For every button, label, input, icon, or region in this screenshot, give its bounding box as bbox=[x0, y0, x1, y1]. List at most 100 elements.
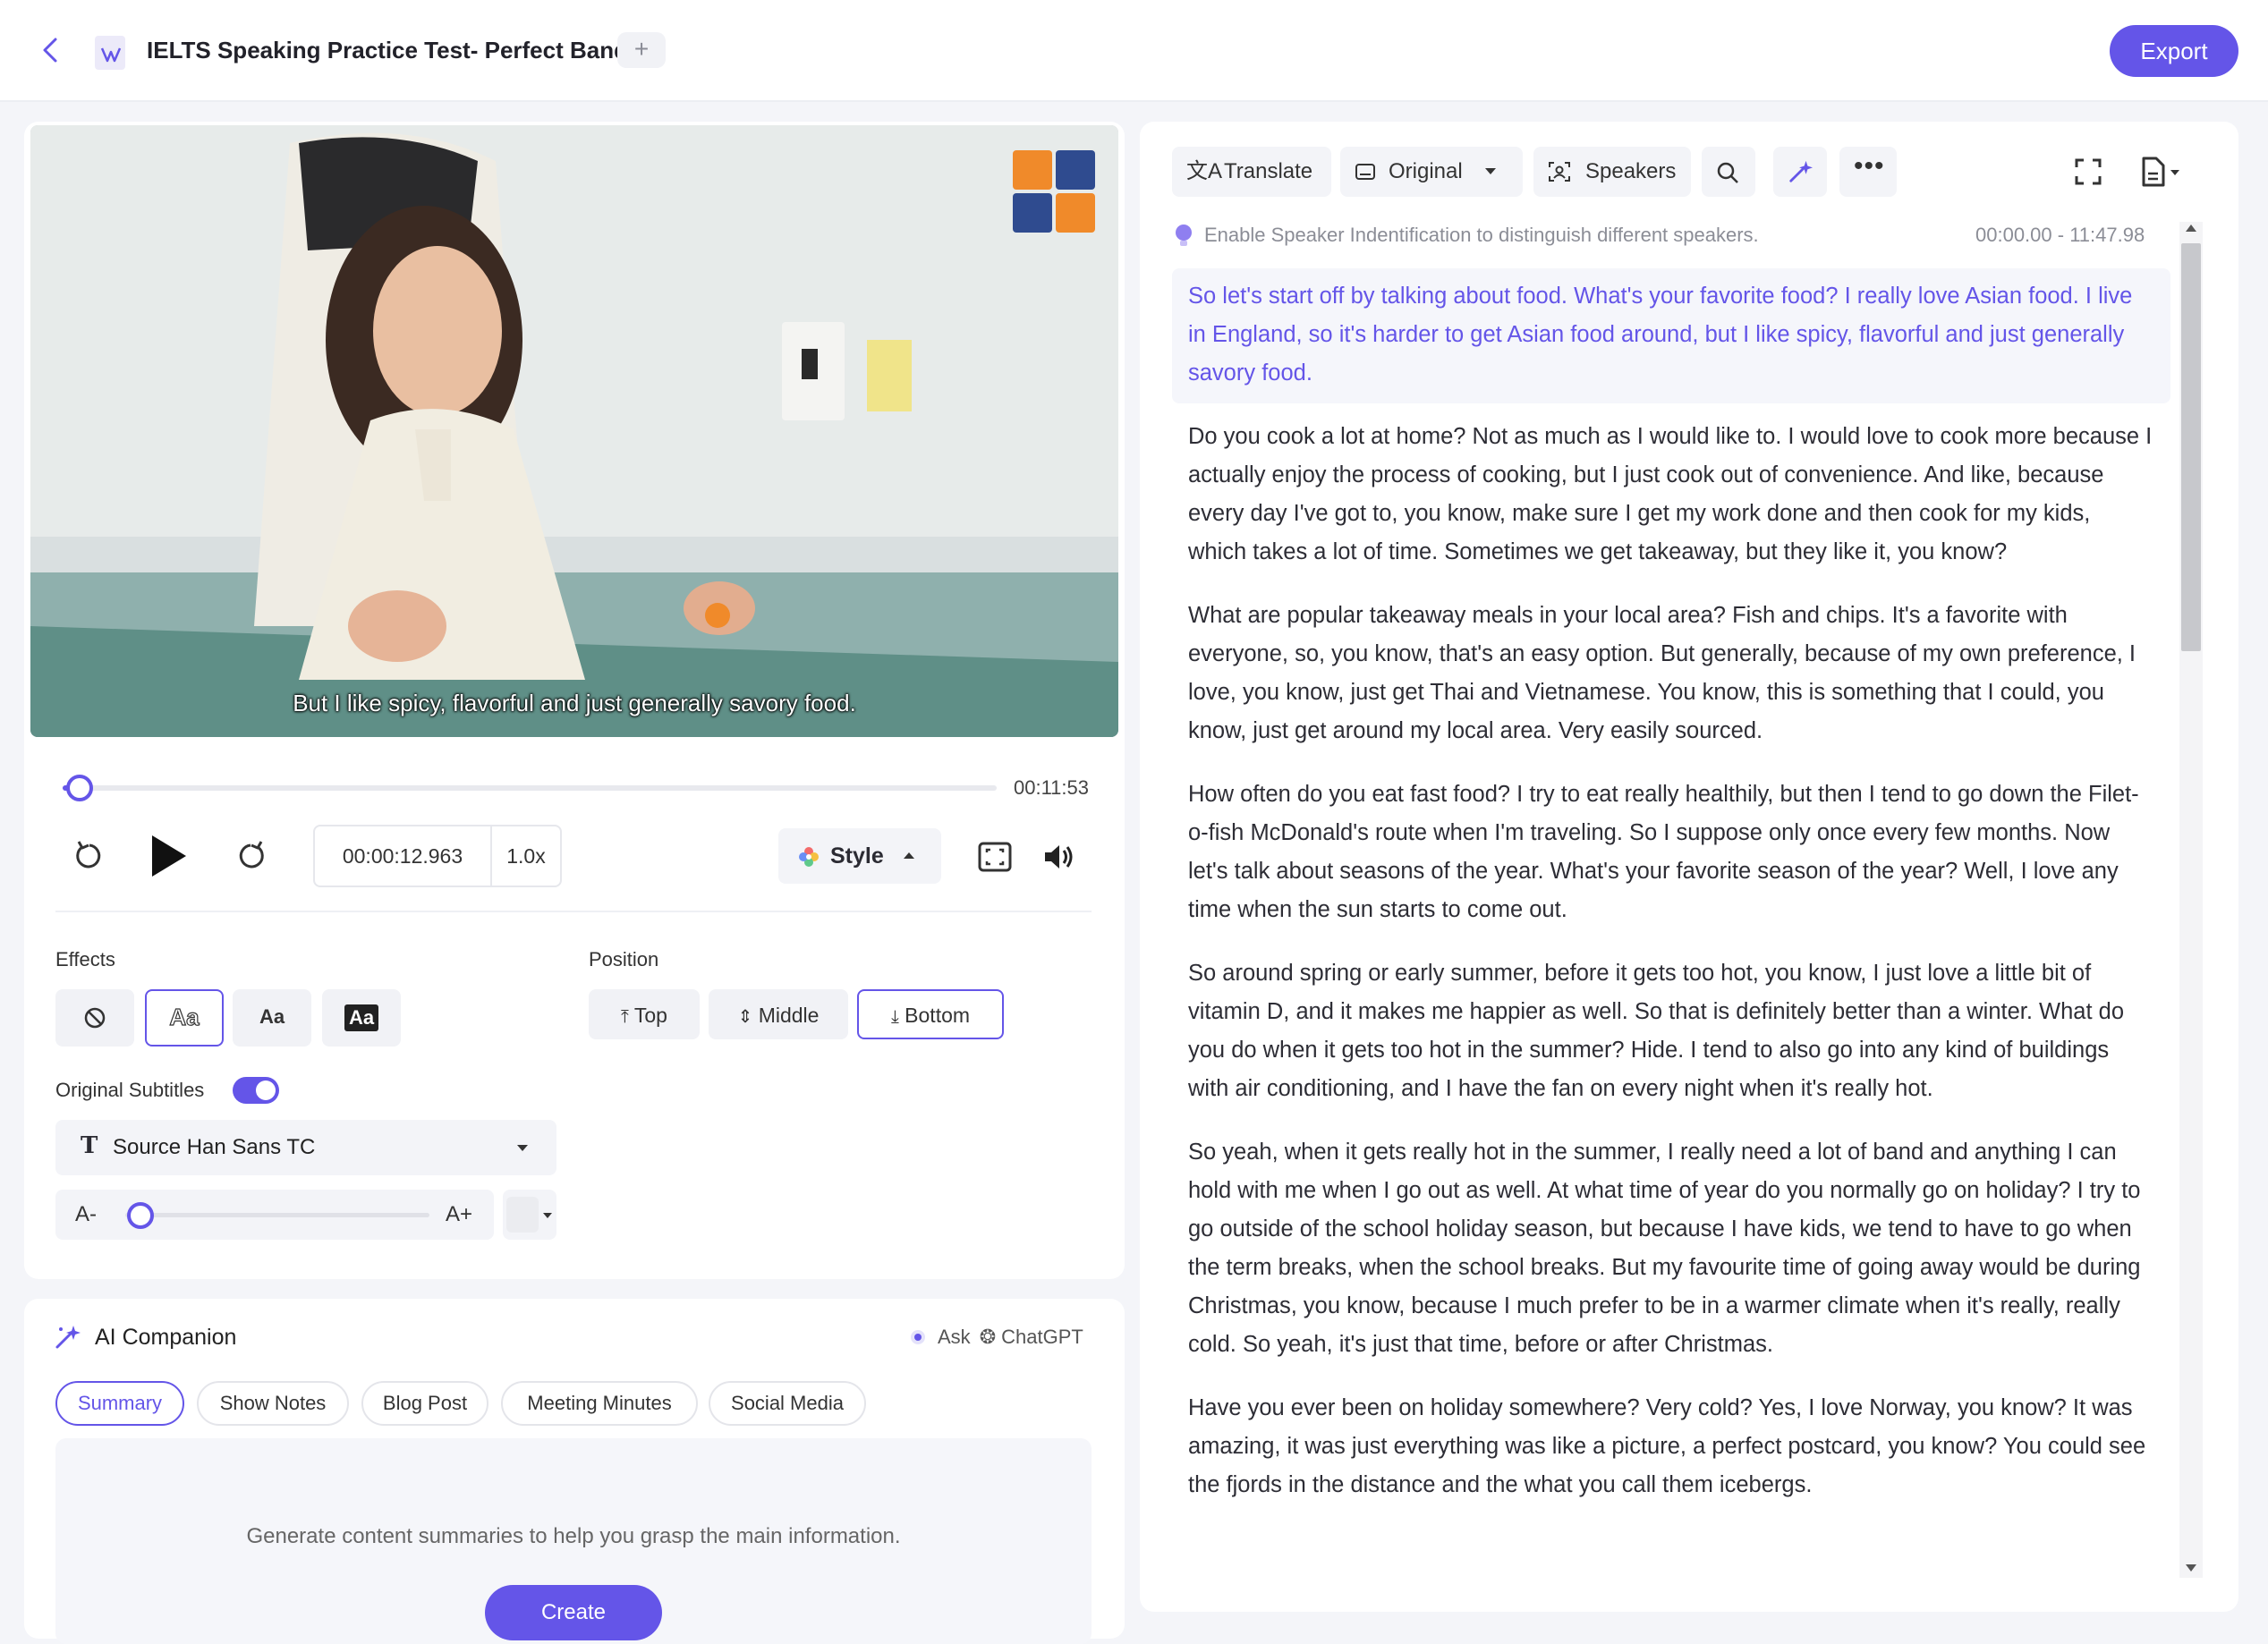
forward-icon[interactable] bbox=[231, 836, 270, 876]
seek-bar-handle[interactable] bbox=[65, 775, 93, 801]
caret-down-icon bbox=[543, 1213, 552, 1218]
more-button[interactable]: ••• bbox=[1839, 147, 1897, 197]
export-button[interactable]: Export bbox=[2110, 25, 2238, 77]
ai-companion-title: AI Companion bbox=[95, 1325, 237, 1350]
translate-label: Translate bbox=[1224, 159, 1313, 183]
play-icon[interactable] bbox=[145, 832, 191, 880]
transcript-paragraph[interactable]: So yeah, when it gets really hot in the … bbox=[1172, 1124, 2170, 1375]
seek-bar[interactable] bbox=[63, 785, 997, 791]
lightbulb-icon bbox=[1176, 225, 1192, 246]
ai-magic-button[interactable] bbox=[1773, 147, 1827, 197]
sparkle-icon bbox=[1789, 160, 1813, 182]
color-swatch bbox=[506, 1197, 539, 1233]
position-top-button[interactable]: ⤒ Top bbox=[589, 989, 700, 1039]
video-subtitle: But I like spicy, flavorful and just gen… bbox=[293, 690, 856, 716]
font-size-increase[interactable]: A+ bbox=[446, 1190, 472, 1240]
chatgpt-icon: ❂ bbox=[979, 1326, 997, 1348]
position-middle-label: Middle bbox=[758, 1004, 820, 1027]
style-button[interactable]: Style bbox=[778, 828, 941, 884]
translate-button[interactable]: 文A Translate bbox=[1172, 147, 1331, 197]
scrollbar-thumb[interactable] bbox=[2181, 243, 2201, 651]
font-size-slider[interactable] bbox=[125, 1213, 429, 1217]
speaker-id-hint: Enable Speaker Indentification to distin… bbox=[1204, 224, 1759, 246]
transcript-paragraph[interactable]: So around spring or early summer, before… bbox=[1172, 945, 2170, 1119]
transcript-paragraph[interactable]: Do you cook a lot at home? Not as much a… bbox=[1172, 409, 2170, 582]
caret-up-icon bbox=[904, 852, 914, 859]
arrow-middle-icon: ⇕ bbox=[737, 1007, 753, 1027]
caret-down-icon bbox=[1485, 168, 1496, 174]
chip-social-media[interactable]: Social Media bbox=[709, 1381, 866, 1426]
transcript-paragraph[interactable]: What are popular takeaway meals in your … bbox=[1172, 588, 2170, 761]
scroll-up-icon[interactable] bbox=[2183, 222, 2199, 234]
arrow-top-icon: ⤒ bbox=[621, 1007, 629, 1027]
search-icon bbox=[1717, 162, 1738, 183]
fullscreen-icon[interactable] bbox=[977, 841, 1013, 873]
search-button[interactable] bbox=[1702, 147, 1755, 197]
effect-none-button[interactable] bbox=[55, 989, 134, 1047]
sparkle-icon bbox=[55, 1326, 81, 1349]
effects-label: Effects bbox=[55, 948, 115, 970]
current-time[interactable]: 00:00:12.963 bbox=[315, 826, 492, 886]
add-tab-button[interactable]: + bbox=[617, 32, 666, 68]
chip-meeting-minutes[interactable]: Meeting Minutes bbox=[501, 1381, 698, 1426]
transcript-body: So let's start off by talking about food… bbox=[1172, 268, 2170, 1585]
no-effect-icon bbox=[84, 1007, 106, 1029]
original-dropdown[interactable]: Original bbox=[1340, 147, 1523, 197]
video-frame bbox=[30, 125, 1118, 737]
plain-text-icon: Aa bbox=[259, 1005, 285, 1028]
original-subtitles-toggle[interactable] bbox=[233, 1077, 279, 1104]
font-select[interactable]: T Source Han Sans TC bbox=[55, 1120, 556, 1175]
create-button[interactable]: Create bbox=[485, 1585, 662, 1640]
transcript-paragraph[interactable]: So let's start off by talking about food… bbox=[1172, 268, 2170, 403]
document-menu-icon[interactable] bbox=[2138, 156, 2185, 188]
translate-icon: 文A bbox=[1186, 159, 1223, 183]
chip-show-notes[interactable]: Show Notes bbox=[197, 1381, 349, 1426]
speakers-icon bbox=[1549, 162, 1570, 182]
transcript-time-range: 00:00.00 - 11:47.98 bbox=[1975, 224, 2145, 246]
effect-plain-button[interactable]: Aa bbox=[233, 989, 311, 1047]
effect-boxed-button[interactable]: Aa bbox=[322, 989, 401, 1047]
transcript-paragraph[interactable]: How often do you eat fast food? I try to… bbox=[1172, 767, 2170, 940]
top-header: IELTS Speaking Practice Test- Perfect Ba… bbox=[0, 0, 2268, 102]
more-dots-icon: ••• bbox=[1854, 151, 1885, 181]
expand-icon[interactable] bbox=[2074, 157, 2102, 186]
position-top-label: Top bbox=[633, 1004, 667, 1027]
back-arrow-icon[interactable] bbox=[34, 32, 70, 68]
boxed-text-icon: Aa bbox=[344, 1004, 379, 1031]
original-subtitles-label: Original Subtitles bbox=[55, 1079, 205, 1101]
subtitle-icon bbox=[1355, 164, 1375, 180]
volume-icon[interactable] bbox=[1041, 841, 1077, 873]
rewind-icon[interactable] bbox=[70, 836, 109, 876]
arrow-bottom-icon: ⤓ bbox=[890, 1007, 899, 1027]
speakers-button[interactable]: Speakers bbox=[1533, 147, 1691, 197]
flower-icon bbox=[799, 847, 819, 867]
ai-description: Generate content summaries to help you g… bbox=[246, 1524, 901, 1548]
document-icon bbox=[95, 36, 125, 70]
position-label: Position bbox=[589, 948, 659, 970]
ask-target: ChatGPT bbox=[1001, 1326, 1083, 1348]
playback-speed[interactable]: 1.0x bbox=[492, 826, 560, 886]
color-picker[interactable] bbox=[503, 1190, 556, 1240]
caret-down-icon bbox=[517, 1145, 528, 1151]
position-bottom-button[interactable]: ⤓ Bottom bbox=[857, 989, 1004, 1039]
position-middle-button[interactable]: ⇕ Middle bbox=[709, 989, 848, 1039]
font-size-slider-handle[interactable] bbox=[127, 1202, 154, 1229]
status-dot-icon bbox=[911, 1330, 925, 1344]
ask-chatgpt[interactable]: Ask ❂ ChatGPT bbox=[911, 1324, 1083, 1351]
outline-text-icon: Aa bbox=[169, 1003, 200, 1030]
transcript-paragraph[interactable]: Have you ever been on holiday somewhere?… bbox=[1172, 1380, 2170, 1515]
style-label: Style bbox=[830, 843, 884, 869]
chip-summary[interactable]: Summary bbox=[55, 1381, 184, 1426]
effect-outline-button[interactable]: Aa bbox=[145, 989, 224, 1047]
video-player[interactable]: But I like spicy, flavorful and just gen… bbox=[30, 125, 1118, 737]
divider bbox=[55, 911, 1092, 912]
speakers-label: Speakers bbox=[1585, 159, 1677, 183]
ask-label: Ask bbox=[938, 1326, 971, 1348]
video-duration: 00:11:53 bbox=[1014, 776, 1090, 799]
font-size-decrease[interactable]: A- bbox=[75, 1190, 97, 1240]
time-display: 00:00:12.963 1.0x bbox=[313, 825, 562, 887]
font-name: Source Han Sans TC bbox=[113, 1135, 316, 1159]
scroll-down-icon[interactable] bbox=[2183, 1562, 2199, 1574]
chip-blog-post[interactable]: Blog Post bbox=[361, 1381, 488, 1426]
position-bottom-label: Bottom bbox=[905, 1004, 971, 1027]
